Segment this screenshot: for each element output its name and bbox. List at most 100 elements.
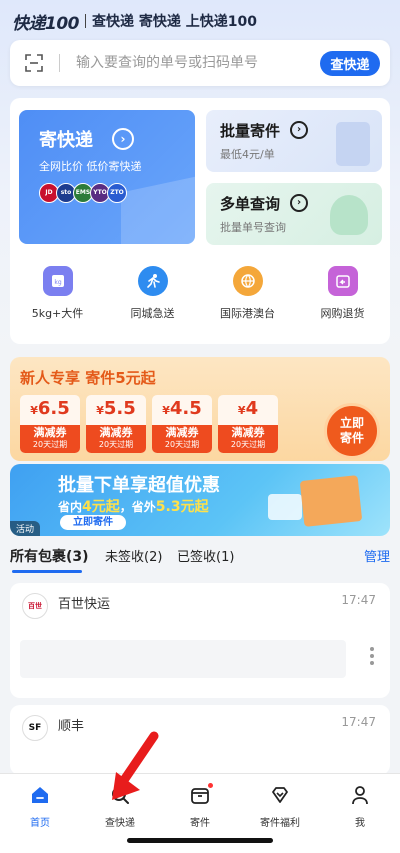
active-tab-underline: [12, 570, 82, 573]
new-user-promo: 新人专享 寄件5元起 ¥6.5 满减券 20天过期 ¥5.5 满减券 20天过期…: [10, 357, 390, 461]
coupon-currency: ¥: [162, 404, 170, 417]
document-illustration: [336, 122, 370, 166]
coupon-expiry: 20天过期: [164, 440, 200, 449]
coupon[interactable]: ¥4 满减券 20天过期: [218, 395, 278, 453]
coupon[interactable]: ¥6.5 满减券 20天过期: [20, 395, 80, 453]
service-label: 同城急送: [130, 307, 175, 320]
svg-text:kg: kg: [54, 279, 61, 286]
coupon-currency: ¥: [237, 404, 246, 417]
header-divider: [85, 14, 86, 28]
nav-label: 我: [355, 818, 365, 829]
carrier-logos: JD sto EMS YTO ZTO: [39, 183, 127, 203]
coupon-type: 满减券: [99, 426, 133, 439]
nav-label: 查快递: [105, 818, 135, 829]
package-item[interactable]: SF 顺丰 17:47: [10, 705, 390, 775]
return-icon: [327, 266, 358, 296]
home-indicator: [127, 838, 273, 843]
tab-unsigned[interactable]: 未签收(2): [105, 546, 162, 565]
search-divider: [59, 54, 60, 72]
package-time: 17:47: [341, 593, 376, 607]
box-illustration: [299, 475, 363, 527]
more-options-icon[interactable]: [370, 647, 374, 668]
nav-label: 寄件: [190, 818, 210, 829]
search-icon: [109, 784, 131, 806]
parcel-illustration: [268, 494, 302, 520]
activity-tag: 活动: [10, 521, 41, 536]
app-logo: 快递100: [12, 13, 80, 34]
package-info-placeholder: [20, 640, 346, 678]
service-label: 5kg+大件: [31, 307, 84, 320]
tab-signed[interactable]: 已签收(1): [177, 546, 234, 565]
coupon-amount: 4: [245, 398, 259, 419]
search-bar: 查快递: [10, 40, 390, 86]
coupon-amount: 6.5: [37, 398, 70, 419]
service-icon-row: kg 5kg+大件 同城急送 国际港澳台 网购退货: [10, 266, 390, 321]
coupon-amount: 4.5: [169, 398, 202, 419]
multi-query-subtitle: 批量单号查询: [220, 221, 286, 234]
service-label: 网购退货: [320, 307, 365, 320]
service-same-city[interactable]: 同城急送: [105, 266, 200, 321]
bulk-send-card[interactable]: 批量寄件 › 最低4元/单: [206, 110, 382, 172]
runner-illustration: [330, 195, 368, 235]
chevron-right-icon: ›: [290, 194, 308, 212]
scan-icon[interactable]: [25, 54, 43, 72]
service-return[interactable]: 网购退货: [295, 266, 390, 321]
coupon-type: 满减券: [33, 426, 67, 439]
coupon-expiry: 20天过期: [32, 440, 68, 449]
search-input[interactable]: [74, 54, 308, 72]
bulk-discount-banner[interactable]: 批量下单享超值优惠 省内4元起，省外5.3元起 立即寄件 活动: [10, 464, 390, 536]
runner-icon: [137, 266, 168, 296]
carrier-name: 百世快运: [58, 597, 111, 612]
promo-send-button[interactable]: 立即 寄件: [324, 403, 380, 459]
nav-home[interactable]: 首页: [0, 774, 80, 853]
send-express-title: 寄快递: [39, 130, 93, 151]
multi-query-title: 多单查询: [220, 195, 281, 213]
multi-query-card[interactable]: 多单查询 › 批量单号查询: [206, 183, 382, 245]
carrier-logo: SF: [22, 715, 48, 741]
coupon[interactable]: ¥4.5 满减券 20天过期: [152, 395, 212, 453]
bulk-send-title: 批量寄件: [220, 122, 281, 140]
coupon[interactable]: ¥5.5 满减券 20天过期: [86, 395, 146, 453]
coupon-currency: ¥: [96, 404, 104, 417]
manage-button[interactable]: 管理: [364, 546, 390, 565]
service-large-parcel[interactable]: kg 5kg+大件: [10, 266, 105, 321]
service-label: 国际港澳台: [220, 307, 275, 320]
user-icon: [349, 784, 371, 806]
app-header: 快递100 查快递 寄快递 上快递100: [12, 10, 257, 34]
promo-cta-line1: 立即: [339, 416, 364, 430]
nav-label: 首页: [30, 818, 50, 829]
box-icon: [189, 783, 213, 806]
bulk-send-subtitle: 最低4元/单: [220, 148, 275, 161]
coupon-expiry: 20天过期: [98, 440, 134, 449]
send-express-card[interactable]: 寄快递 › 全网比价 低价寄快递 JD sto EMS YTO ZTO: [19, 110, 195, 244]
chevron-right-icon: ›: [290, 121, 308, 139]
banner-title: 批量下单享超值优惠: [58, 475, 220, 496]
promo-title: 新人专享 寄件5元起: [20, 369, 156, 387]
coupon-type: 满减券: [165, 426, 199, 439]
coupon-list: ¥6.5 满减券 20天过期 ¥5.5 满减券 20天过期 ¥4.5 满减券 2…: [20, 395, 284, 453]
box-illustration: [121, 175, 195, 244]
promo-cta-line2: 寄件: [339, 431, 364, 445]
search-button[interactable]: 查快递: [320, 51, 380, 76]
services-card: 寄快递 › 全网比价 低价寄快递 JD sto EMS YTO ZTO 批量寄件…: [10, 98, 390, 344]
package-time: 17:47: [341, 715, 376, 729]
coupon-expiry: 20天过期: [230, 440, 266, 449]
service-international[interactable]: 国际港澳台: [200, 266, 295, 321]
package-tabs: 所有包裹(3) 未签收(2) 已签收(1) 管理: [10, 546, 390, 573]
nav-me[interactable]: 我: [320, 774, 400, 853]
banner-subtitle: 省内4元起，省外5.3元起: [58, 499, 209, 515]
gift-icon: [269, 784, 291, 806]
globe-icon: [232, 266, 263, 296]
package-item[interactable]: 百世 百世快运 17:47: [10, 583, 390, 698]
scale-icon: kg: [42, 266, 73, 296]
carrier-logo: ZTO: [107, 183, 127, 203]
banner-send-button[interactable]: 立即寄件: [60, 515, 126, 530]
coupon-amount: 5.5: [103, 398, 136, 419]
home-icon: [29, 784, 51, 806]
notification-dot: [208, 783, 213, 788]
carrier-logo: 百世: [22, 593, 48, 619]
chevron-right-icon: ›: [112, 128, 134, 150]
send-express-subtitle: 全网比价 低价寄快递: [39, 160, 142, 173]
tab-all-packages[interactable]: 所有包裹(3): [10, 546, 89, 566]
bottom-navigation: 首页 查快递 寄件 寄件福利 我: [0, 773, 400, 853]
